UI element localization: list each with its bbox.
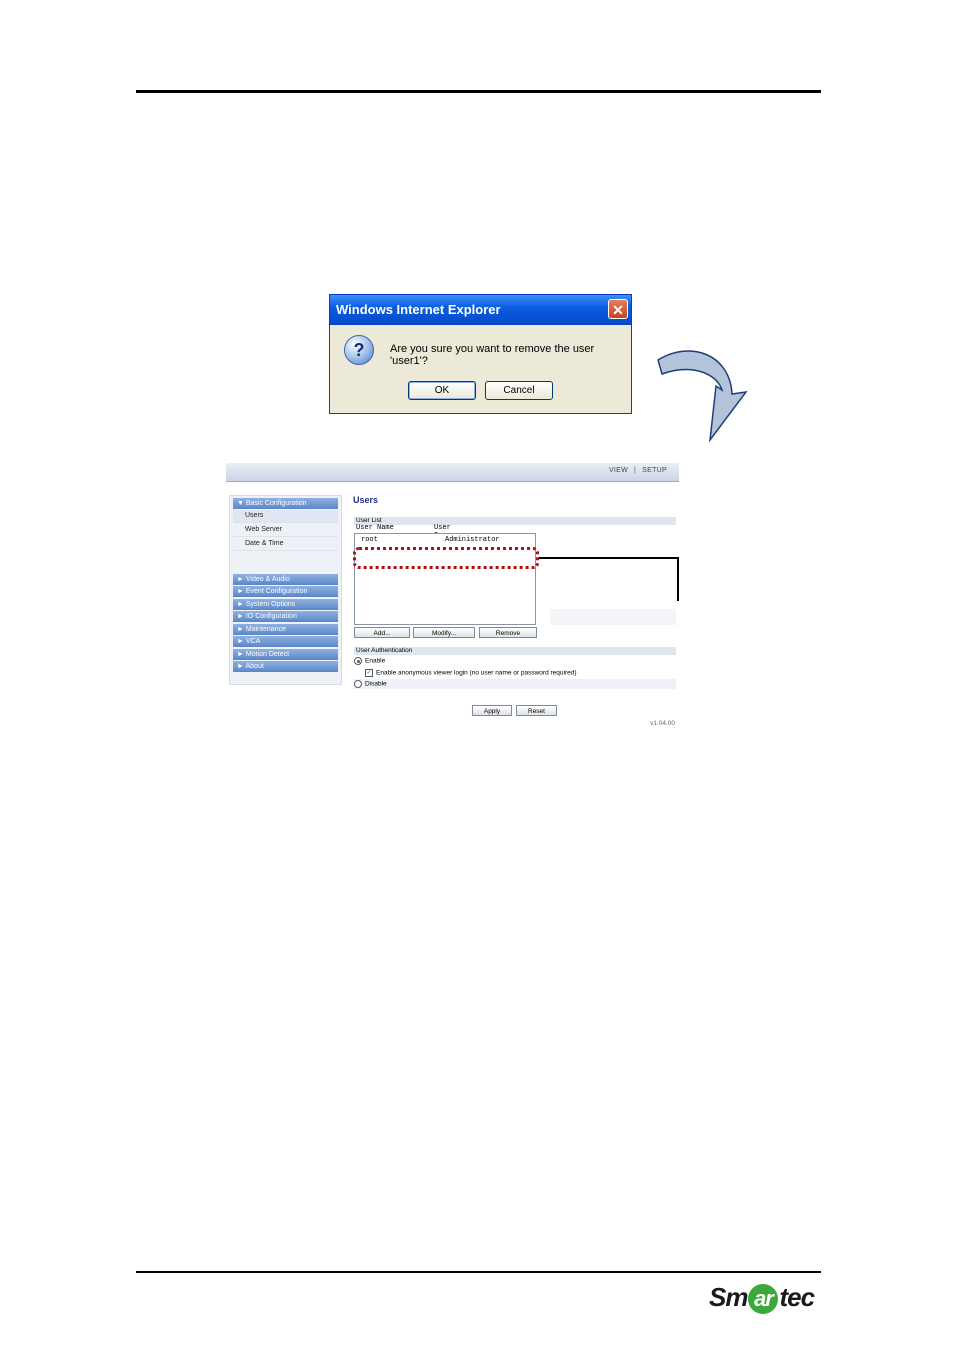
top-nav: VIEW | SETUP: [609, 467, 667, 474]
page-title: Users: [353, 495, 379, 505]
user-list-columns: User Name User Group: [356, 524, 455, 540]
list-item[interactable]: root Administrator: [361, 536, 500, 544]
dialog-titlebar: Windows Internet Explorer ✕: [330, 295, 631, 325]
view-link[interactable]: VIEW: [609, 467, 628, 474]
removed-user-highlight: [353, 547, 539, 569]
sidebar-item-users[interactable]: Users: [233, 510, 338, 523]
web-config-panel: VIEW | SETUP ▼ Basic Configuration Users W…: [226, 463, 679, 731]
smartec-logo: Sm ar tec: [709, 1282, 815, 1315]
sidebar-item-io-configuration[interactable]: ► IO Configuration: [233, 611, 338, 622]
nav-separator: |: [634, 467, 637, 474]
callout-line: [539, 557, 679, 601]
sidebar-item-about[interactable]: ► About: [233, 661, 338, 672]
version-label: v1.04.00: [650, 720, 675, 727]
auth-heading: User Authentication: [354, 647, 676, 655]
reset-button[interactable]: Reset: [516, 705, 557, 716]
footer-rule: [136, 1271, 821, 1273]
col-user-name: User Name: [356, 524, 394, 532]
header-rule: [136, 90, 821, 93]
disable-row-bg: [354, 679, 676, 689]
sidebar-group-basic[interactable]: ▼ Basic Configuration: [233, 498, 338, 509]
close-icon[interactable]: ✕: [608, 299, 628, 319]
sidebar-item-motion-detect[interactable]: ► Motion Detect: [233, 648, 338, 660]
disable-radio[interactable]: [354, 680, 362, 688]
disable-label: Disable: [365, 680, 387, 688]
user-list-heading: User List: [354, 517, 676, 525]
setup-link[interactable]: SETUP: [642, 467, 667, 474]
add-user-button[interactable]: Add...: [354, 627, 410, 638]
sidebar-item-date-time[interactable]: Date & Time: [233, 538, 338, 551]
curved-arrow-icon: [657, 350, 748, 442]
sidebar-item-system-options[interactable]: ► System Options: [233, 598, 338, 610]
sidebar-item-vca[interactable]: ► VCA: [233, 636, 338, 647]
sidebar: ▼ Basic Configuration Users Web Server D…: [229, 495, 342, 685]
enable-label: Enable: [365, 657, 386, 665]
top-bar: VIEW | SETUP: [226, 463, 679, 482]
disable-radio-row[interactable]: Disable: [354, 680, 387, 688]
anon-login-row[interactable]: ✓ Enable anonymous viewer login (no user …: [365, 669, 577, 677]
list-side-strip: [550, 609, 676, 625]
ok-button[interactable]: OK: [408, 381, 476, 400]
dialog-message: Are you sure you want to remove the user…: [390, 343, 595, 367]
apply-button[interactable]: Apply: [472, 705, 512, 716]
anon-login-checkbox[interactable]: ✓: [365, 669, 373, 677]
question-icon: ?: [344, 335, 374, 365]
main-content: Users User List User Name User Group roo…: [353, 495, 679, 716]
enable-radio[interactable]: [354, 657, 362, 665]
cancel-button[interactable]: Cancel: [485, 381, 553, 400]
remove-user-button[interactable]: Remove: [479, 627, 537, 638]
dialog-title: Windows Internet Explorer: [336, 302, 501, 317]
enable-radio-row[interactable]: Enable: [354, 657, 385, 665]
anon-login-label: Enable anonymous viewer login (no user n…: [376, 669, 577, 677]
sidebar-item-video-audio[interactable]: ► Video & Audio: [233, 573, 338, 585]
confirm-dialog: Windows Internet Explorer ✕ ? Are you su…: [329, 294, 632, 414]
sidebar-item-web-server[interactable]: Web Server: [233, 524, 338, 537]
user-name-cell: root: [361, 536, 378, 544]
sidebar-item-event-configuration[interactable]: ► Event Configuration: [233, 586, 338, 597]
sidebar-item-maintenance[interactable]: ► Maintenance: [233, 623, 338, 635]
modify-user-button[interactable]: Modify...: [413, 627, 475, 638]
user-group-cell: Administrator: [445, 536, 500, 544]
